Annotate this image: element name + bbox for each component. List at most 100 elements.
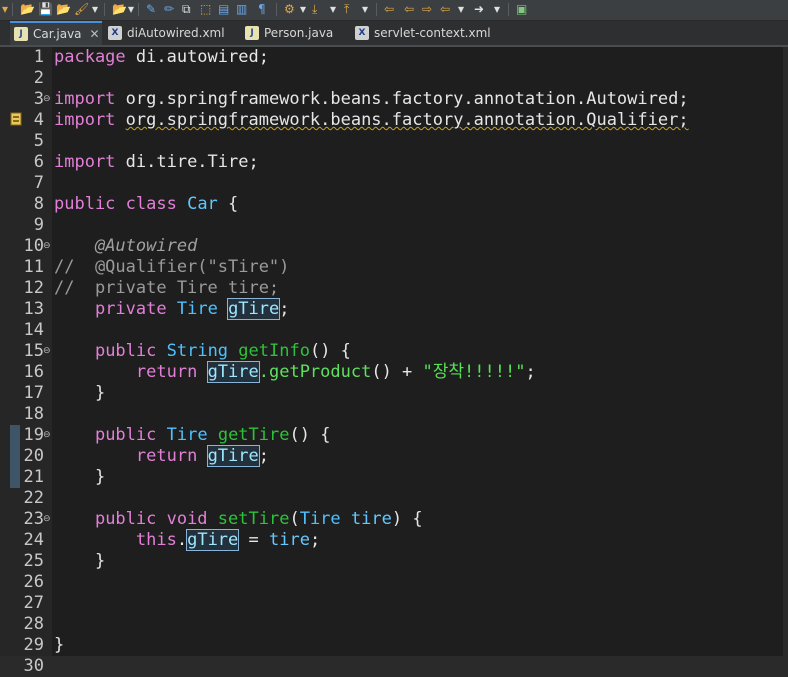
dropdown-arrow-icon[interactable]: ▾ [2, 2, 8, 16]
dropdown-arrow-icon[interactable]: ▾ [494, 2, 500, 16]
dropdown-arrow-icon[interactable]: ▾ [458, 2, 464, 16]
code-text: import di.tire.Tire; [54, 152, 259, 173]
vertical-scrollbar[interactable] [783, 47, 788, 674]
code-line: 6 import di.tire.Tire; [0, 152, 788, 173]
code-fragment: ; [279, 299, 290, 319]
dropdown-arrow-icon[interactable]: ▾ [128, 2, 134, 16]
class-name: Car [187, 194, 218, 214]
code-line: 3 ⊖ import org.springframework.beans.fac… [0, 89, 788, 110]
keyword: public void [94, 509, 208, 529]
dropdown-arrow-icon[interactable]: ▾ [300, 2, 306, 16]
type-name: Tire [299, 509, 341, 529]
last-edit-icon[interactable]: ⇦ [384, 2, 394, 16]
back-icon[interactable]: ⇦ [404, 2, 414, 16]
close-icon[interactable]: ✕ [90, 27, 100, 41]
code-text: } [54, 635, 64, 656]
line-number: 5 [33, 131, 44, 151]
line-number: 9 [33, 215, 44, 235]
code-line: 29 } [0, 635, 788, 656]
line-number: 26 [23, 572, 44, 592]
code-text: public class Car { [54, 194, 238, 215]
previous-annotation-icon[interactable]: ⤒ [344, 2, 349, 16]
back-arrow-icon[interactable]: ⇦ [440, 2, 450, 16]
code-line: 18 [0, 404, 788, 425]
dropdown-arrow-icon[interactable]: ▾ [362, 2, 368, 16]
line-number: 27 [23, 593, 44, 613]
code-fragment: () { [289, 425, 331, 445]
line-number: 1 [33, 47, 44, 67]
block-select-icon[interactable]: ⬚ [200, 2, 211, 16]
code-text: public void setTire(Tire tire) { [54, 509, 423, 530]
brush-icon[interactable]: 🖌 [74, 2, 89, 16]
open-task-icon[interactable]: 📂 [112, 2, 127, 16]
toggle-mark-icon[interactable]: ✎ [146, 2, 156, 16]
forward-icon[interactable]: ⇨ [422, 2, 432, 16]
code-fragment: ) { [391, 509, 423, 529]
show-whitespace-icon[interactable]: ▤ [218, 2, 229, 16]
save-icon[interactable]: 💾 [38, 2, 53, 16]
open-perspective-icon[interactable]: ▣ [516, 2, 527, 16]
code-line: 15 ⊖ public String getInfo() { [0, 341, 788, 362]
tab-servlet-context-xml[interactable]: X servlet-context.xml [355, 21, 491, 45]
code-editor[interactable]: 1 package di.autowired; 2 3 ⊖ import org… [0, 47, 788, 677]
toolbar-separator [376, 3, 377, 16]
fold-collapse-icon[interactable]: ⊖ [43, 94, 51, 104]
code-line: 22 [0, 488, 788, 509]
tab-diautowired-xml[interactable]: X diAutowired.xml [108, 21, 225, 45]
code-line: 13 private Tire gTire; [0, 298, 788, 320]
code-line: 26 [0, 572, 788, 593]
tab-label: diAutowired.xml [127, 26, 225, 40]
line-number: 29 [23, 635, 44, 655]
main-toolbar: ▾ 📂 💾 📂 🖌 ▾ 📂 ▾ ✎ ✏ ⧉ ⬚ ▤ ▥ ¶ ⚙ ▾ ⤓ ▾ ⤒ … [0, 0, 788, 21]
forward-arrow-icon[interactable]: ➜ [474, 2, 484, 16]
word-wrap-icon[interactable]: ▥ [236, 2, 247, 16]
highlight-icon[interactable]: ✏ [164, 2, 174, 16]
code-line: 28 [0, 614, 788, 635]
type-name: String [166, 341, 229, 361]
pilcrow-icon[interactable]: ¶ [258, 2, 266, 16]
code-text: return gTire.getProduct() + "장착!!!!!"; [54, 361, 536, 383]
tab-person-java[interactable]: J Person.java [245, 21, 333, 45]
fold-collapse-icon[interactable]: ⊖ [43, 514, 51, 524]
fold-collapse-icon[interactable]: ⊖ [43, 346, 51, 356]
keyword: import [54, 152, 116, 172]
dropdown-arrow-icon[interactable]: ▾ [92, 2, 98, 16]
line-number: 12 [23, 278, 44, 298]
keyword: import [54, 89, 116, 109]
line-number: 23 [23, 509, 44, 529]
code-text: @Autowired [54, 236, 197, 257]
keyword: import [54, 110, 116, 130]
tab-label: Car.java [33, 27, 82, 41]
code-line: 16 return gTire.getProduct() + "장착!!!!!"… [0, 361, 788, 383]
keyword: this [135, 530, 177, 550]
code-text: public Tire getTire() { [54, 425, 330, 446]
code-fragment: org.springframework.beans.factory.annota… [115, 89, 689, 109]
code-line: 7 [0, 173, 788, 194]
globe-icon[interactable]: ⚙ [284, 2, 295, 16]
code-fragment: di.autowired; [125, 47, 269, 67]
field-occurrence: gTire [227, 298, 281, 320]
tab-label: Person.java [264, 26, 334, 40]
code-line: 27 [0, 593, 788, 614]
string-literal: "장착!!!!!" [422, 362, 526, 382]
xml-file-icon: X [108, 26, 122, 40]
line-number: 14 [23, 320, 44, 340]
code-text: } [54, 551, 105, 572]
code-text: import org.springframework.beans.factory… [54, 110, 689, 131]
line-number: 15 [23, 341, 44, 361]
occurrences-icon[interactable]: ⧉ [182, 2, 191, 16]
line-number: 8 [33, 194, 44, 214]
fold-collapse-icon[interactable]: ⊖ [43, 430, 51, 440]
line-number: 20 [23, 446, 44, 466]
dropdown-arrow-icon[interactable]: ▾ [330, 2, 336, 16]
open-folder-icon[interactable]: 📂 [20, 2, 35, 16]
code-fragment: ; [309, 530, 321, 550]
code-line: 12 // private Tire tire; [0, 278, 788, 299]
tab-car-java[interactable]: J Car.java ✕ [10, 21, 102, 45]
next-annotation-icon[interactable]: ⤓ [312, 2, 317, 16]
closing-brace: } [94, 383, 106, 403]
open-type-icon[interactable]: 📂 [56, 2, 71, 16]
toolbar-separator [276, 3, 277, 16]
line-number: 25 [23, 551, 44, 571]
fold-collapse-icon[interactable]: ⊖ [43, 241, 51, 251]
